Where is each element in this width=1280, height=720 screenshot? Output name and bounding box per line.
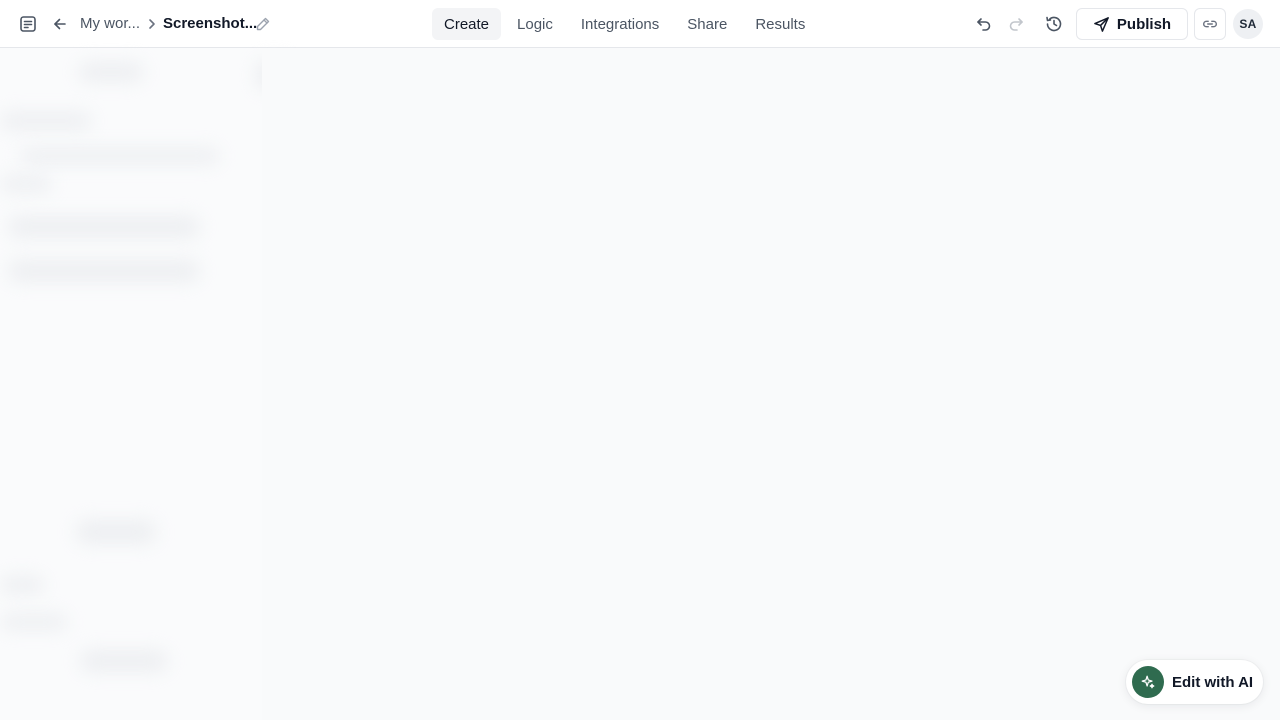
tab-integrations[interactable]: Integrations [569, 8, 671, 40]
send-icon [1093, 16, 1110, 33]
edit-with-ai-button[interactable]: Edit with AI [1126, 660, 1263, 704]
pencil-icon[interactable] [255, 16, 271, 32]
undo-icon[interactable] [974, 14, 994, 34]
publish-label: Publish [1116, 15, 1172, 33]
redo-icon[interactable] [1006, 14, 1026, 34]
breadcrumb-form-title[interactable]: Screenshot... [163, 15, 257, 32]
avatar[interactable]: SA [1233, 9, 1263, 39]
tab-results[interactable]: Results [743, 8, 817, 40]
copy-link-button[interactable] [1194, 8, 1226, 40]
top-bar: My wor... Screenshot... Create Logic Int… [0, 0, 1280, 48]
history-icon[interactable] [1044, 14, 1064, 34]
tab-logic[interactable]: Logic [505, 8, 565, 40]
edit-with-ai-label: Edit with AI [1172, 673, 1254, 691]
link-icon [1201, 15, 1219, 33]
publish-button[interactable]: Publish [1076, 8, 1188, 40]
form-canvas [262, 48, 1280, 720]
tab-create[interactable]: Create [432, 8, 502, 40]
form-icon[interactable] [18, 14, 38, 34]
loading-sidebar-placeholder [0, 48, 292, 720]
tab-share[interactable]: Share [675, 8, 739, 40]
breadcrumb-workspace[interactable]: My wor... [80, 15, 140, 32]
arrow-left-icon[interactable] [50, 14, 70, 34]
chevron-right-icon [146, 16, 158, 32]
main-tabs: Create Logic Integrations Share Results [432, 8, 821, 40]
sparkle-icon [1132, 666, 1164, 698]
